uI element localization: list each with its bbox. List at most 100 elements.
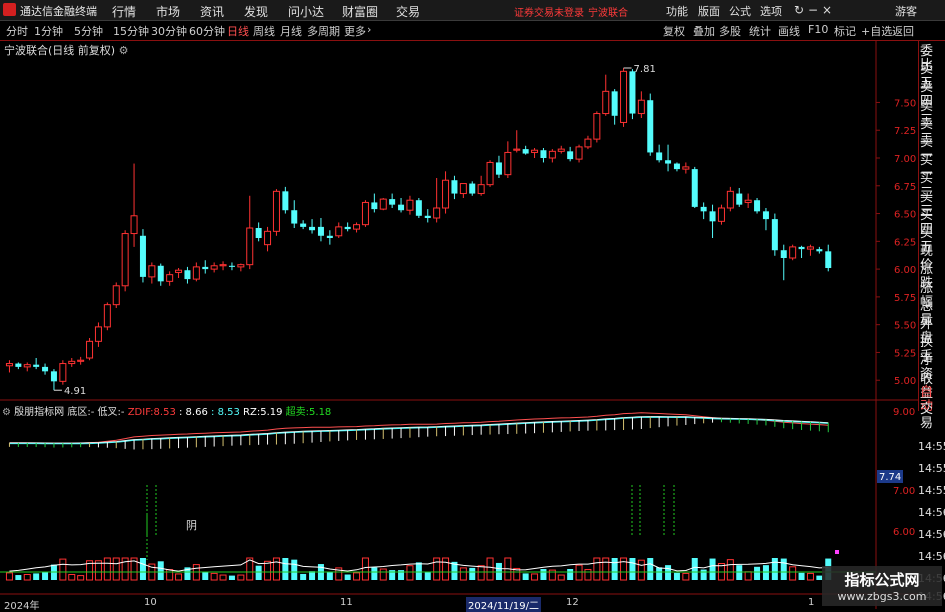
- volume-bar: [379, 568, 387, 581]
- menu-item-layout[interactable]: 版面: [698, 3, 720, 19]
- period-1min[interactable]: 1分钟: [34, 23, 63, 39]
- candle-body: [825, 251, 832, 268]
- rz-label: RZ:: [243, 407, 261, 418]
- price-tick-label: 5.00: [894, 376, 916, 387]
- volume-bar: [477, 565, 485, 581]
- volume-bar: [611, 558, 618, 580]
- candle-body: [353, 224, 361, 230]
- tool-f10[interactable]: F10: [808, 23, 828, 36]
- gear-icon[interactable]: ⚙: [2, 407, 11, 418]
- period-multi[interactable]: 多周期: [307, 23, 340, 39]
- gear-icon[interactable]: ⚙: [119, 44, 129, 57]
- volume-bar: [557, 574, 565, 581]
- tool-multi-stock[interactable]: 多股: [719, 23, 741, 39]
- period-tick[interactable]: 分时: [6, 23, 28, 39]
- candle-body: [611, 91, 618, 116]
- close-icon[interactable]: ×: [822, 3, 832, 17]
- candle-body: [717, 207, 725, 222]
- volume-bar: [139, 558, 146, 580]
- candle-body: [798, 246, 805, 250]
- volume-bar: [59, 558, 67, 581]
- price-tick-label: 6.75: [894, 182, 916, 193]
- menu-item-options[interactable]: 选项: [760, 3, 782, 19]
- period-30min[interactable]: 30分钟: [151, 23, 187, 39]
- login-notice[interactable]: 证券交易未登录: [514, 4, 584, 19]
- volume-bar: [68, 574, 76, 581]
- time-label: 14:55: [918, 462, 945, 475]
- candle-body: [557, 148, 565, 152]
- candle-body: [219, 264, 227, 267]
- minimize-icon[interactable]: −: [808, 3, 818, 17]
- candle-body: [548, 150, 556, 159]
- volume-bar: [602, 557, 610, 581]
- time-label: 14:56: [918, 506, 945, 519]
- volume-bar: [291, 559, 298, 580]
- date-label: 12: [566, 597, 579, 608]
- volume-bar: [771, 558, 778, 580]
- chevron-right-icon[interactable]: ›: [367, 23, 371, 36]
- period-weekly[interactable]: 周线: [253, 23, 275, 39]
- candle-body: [291, 210, 298, 224]
- tool-mark[interactable]: 标记: [834, 23, 856, 39]
- menu-item-news[interactable]: 资讯: [200, 3, 224, 20]
- menu-item-wealth[interactable]: 财富圈: [342, 3, 378, 20]
- candlestick-chart[interactable]: 7.50 7.25 7.00 6.75 6.50 6.25 6.00 5.75 5.50 5.25…: [0, 40, 945, 609]
- volume-bar: [486, 557, 494, 581]
- menu-item-function[interactable]: 功能: [666, 3, 688, 19]
- tool-add-watch[interactable]: +自选: [861, 23, 892, 39]
- zdif-value: 8.53: [153, 407, 176, 418]
- volume-bar: [637, 559, 645, 581]
- indicator-tick-label: 7.00: [893, 486, 915, 497]
- tool-adjust[interactable]: 复权: [663, 23, 685, 39]
- low-cross-label: 低叉:: [97, 407, 121, 418]
- period-daily[interactable]: 日线: [227, 23, 249, 39]
- date-cursor-label: 2024/11/19/二: [466, 597, 542, 612]
- period-15min[interactable]: 15分钟: [113, 23, 149, 39]
- indicator-name[interactable]: 殷朋指标网: [14, 407, 64, 418]
- menu-item-marketplace[interactable]: 市场: [156, 3, 180, 20]
- menu-item-trade[interactable]: 交易: [396, 3, 420, 20]
- tool-draw[interactable]: 画线: [778, 23, 800, 39]
- tool-back[interactable]: 返回: [892, 23, 914, 39]
- time-label: 14:56: [918, 550, 945, 563]
- menu-item-market[interactable]: 行情: [112, 3, 136, 20]
- volume-bar: [272, 557, 280, 581]
- candle-body: [59, 363, 67, 382]
- menu-item-assistant[interactable]: 问小达: [288, 3, 324, 20]
- volume-bar: [709, 558, 716, 580]
- zdif-label: ZDIF:: [127, 407, 154, 418]
- candle-body: [700, 206, 707, 212]
- user-label[interactable]: 游客: [895, 3, 917, 19]
- volume-bar: [673, 572, 680, 580]
- time-label: 14:55: [918, 484, 945, 497]
- tool-stats[interactable]: 统计: [749, 23, 771, 39]
- candle-body: [237, 264, 245, 268]
- period-more[interactable]: 更多: [344, 23, 366, 39]
- period-5min[interactable]: 5分钟: [74, 23, 103, 39]
- indicator-header: ⚙ 殷朋指标网 底区:- 低叉:- ZDIF:8.53 : 8.66 : 8.5…: [2, 403, 331, 418]
- candle-body: [567, 151, 574, 160]
- price-tick-label: 6.50: [894, 210, 916, 221]
- candle-body: [682, 166, 690, 170]
- volume-bar: [682, 572, 690, 581]
- time-label: 14:55: [918, 440, 945, 453]
- price-tick-label: 5.25: [894, 348, 916, 359]
- volume-bar: [309, 571, 316, 580]
- watermark-title: 指标公式网: [844, 571, 920, 589]
- menu-item-formula[interactable]: 公式: [729, 3, 751, 19]
- volume-bar: [789, 566, 797, 581]
- candle-body: [5, 363, 13, 367]
- candle-body: [531, 149, 539, 153]
- candle-body: [744, 199, 752, 203]
- candle-body: [451, 180, 458, 194]
- candle-body: [103, 304, 111, 328]
- tool-overlay[interactable]: 叠加: [693, 23, 715, 39]
- candle-body: [33, 364, 40, 367]
- menu-item-discover[interactable]: 发现: [244, 3, 268, 20]
- candle-body: [361, 201, 369, 226]
- rz-value: 5.19: [260, 407, 283, 418]
- period-monthly[interactable]: 月线: [280, 23, 302, 39]
- period-60min[interactable]: 60分钟: [189, 23, 225, 39]
- side-tab[interactable]: 交易: [920, 403, 945, 431]
- refresh-icon[interactable]: ↻: [794, 3, 804, 17]
